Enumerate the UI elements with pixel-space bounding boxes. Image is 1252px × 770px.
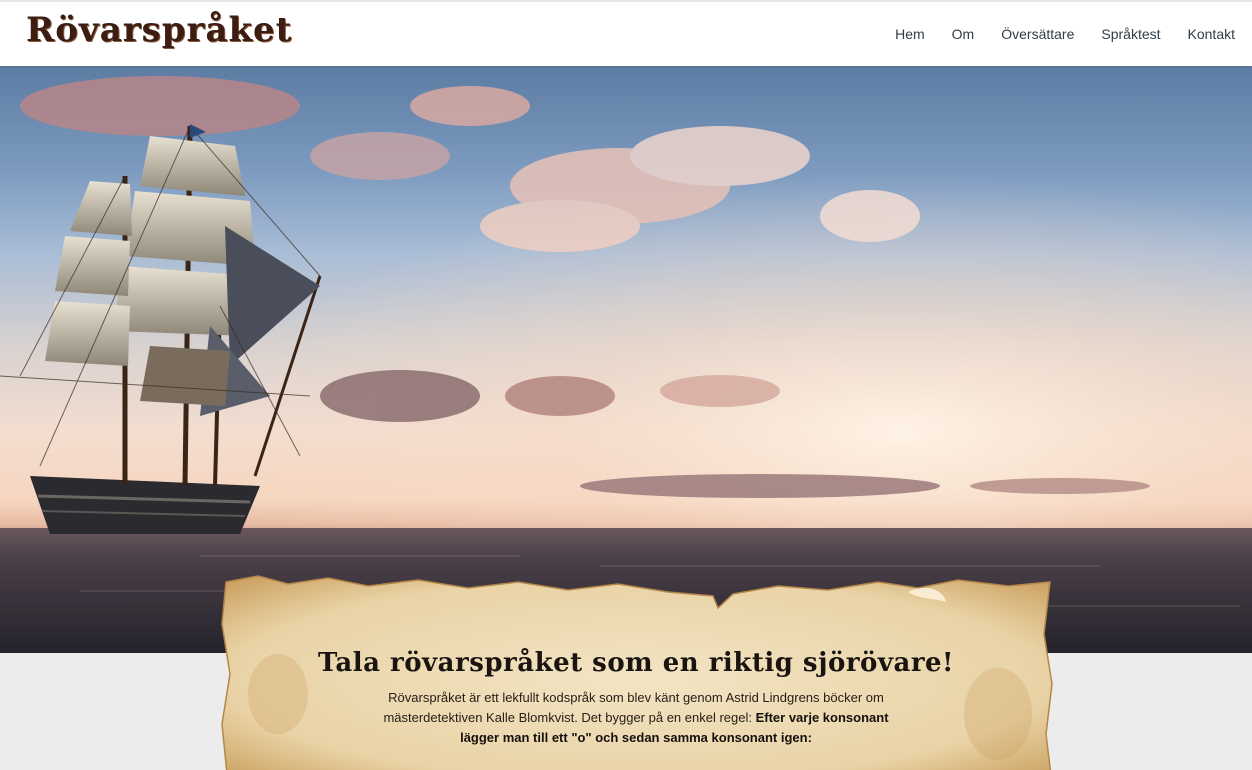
hero-image <box>0 66 1252 653</box>
nav-item-kontakt[interactable]: Kontakt <box>1188 26 1235 42</box>
intro-content: Tala rövarspråket som en riktig sjörövar… <box>218 648 1054 748</box>
nav-item-om[interactable]: Om <box>952 26 975 42</box>
nav-item-spraktest[interactable]: Språktest <box>1101 26 1160 42</box>
intro-text: Rövarspråket är ett lekfullt kodspråk so… <box>366 688 906 748</box>
main-nav: Hem Om Översättare Språktest Kontakt <box>868 26 1235 42</box>
nav-item-oversattare[interactable]: Översättare <box>1001 26 1074 42</box>
hero-scene <box>0 66 1252 653</box>
nav-item-hem[interactable]: Hem <box>895 26 925 42</box>
site-header: Rövarspråket Hem Om Översättare Språktes… <box>0 0 1252 66</box>
intro-parchment: Tala rövarspråket som en riktig sjörövar… <box>218 574 1054 770</box>
site-logo[interactable]: Rövarspråket <box>26 10 292 50</box>
intro-title: Tala rövarspråket som en riktig sjörövar… <box>318 648 954 678</box>
